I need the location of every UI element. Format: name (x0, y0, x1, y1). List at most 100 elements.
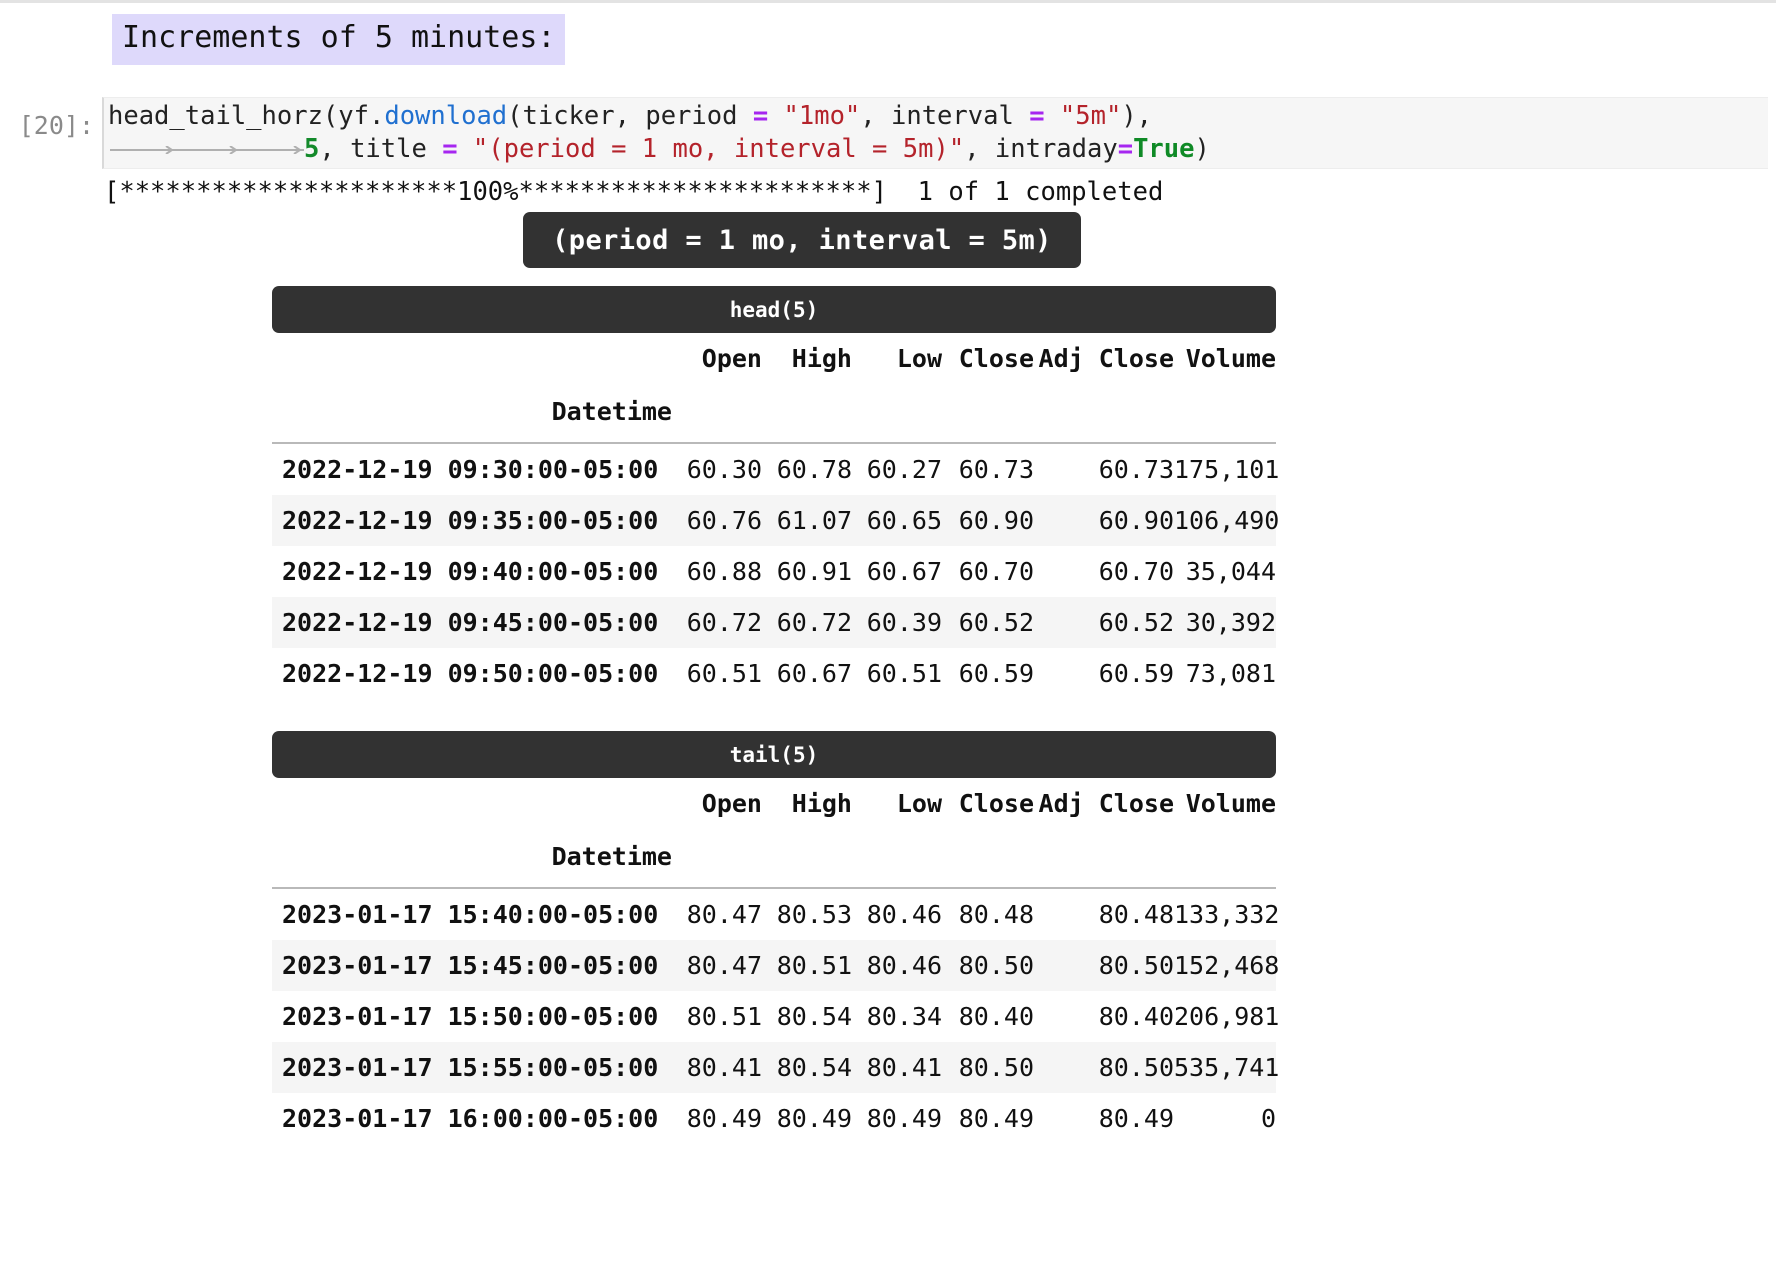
index-name-spacer (1174, 386, 1276, 439)
code-token-operator: = (1117, 134, 1134, 164)
dataframe-table-tail: Open High Low Close Adj Close Volume Dat… (272, 778, 1280, 1144)
cell-high: 60.91 (776, 557, 852, 586)
cell-high: 60.78 (776, 455, 852, 484)
row-index: 2023-01-17 16:00:00-05:00 (282, 1104, 659, 1133)
cell-close: 60.59 (958, 659, 1034, 688)
code-token-plain: ), (1121, 101, 1153, 131)
cell-open: 60.88 (686, 557, 762, 586)
row-index: 2023-01-17 15:55:00-05:00 (282, 1053, 659, 1082)
column-header-row: Open High Low Close Adj Close Volume (272, 333, 1276, 386)
code-token-function: download (384, 101, 508, 131)
column-header-row: Open High Low Close Adj Close Volume (272, 778, 1276, 831)
cell-close: 60.52 (958, 608, 1034, 637)
dataframe-head: head(5) Open High Low Close Adj Close Vo… (272, 286, 1280, 699)
code-token-plain: , title (319, 134, 443, 164)
table-row: 2023-01-17 16:00:00-05:00 80.49 80.49 80… (272, 1093, 1276, 1144)
table-row: 2023-01-17 15:45:00-05:00 80.47 80.51 80… (272, 940, 1280, 991)
table-row: 2022-12-19 09:45:00-05:00 60.72 60.72 60… (272, 597, 1276, 648)
index-name-label: Datetime (551, 842, 672, 871)
cell-adj-close: 80.49 (1098, 1104, 1174, 1133)
cell-volume: 535,741 (1174, 1053, 1280, 1082)
code-line-2: 5, title = "(period = 1 mo, interval = 5… (304, 133, 1210, 166)
cell-open: 60.30 (686, 455, 762, 484)
cell-adj-close: 80.48 (1098, 900, 1174, 929)
cell-high: 61.07 (776, 506, 852, 535)
column-header-adj-close: Adj Close (1038, 789, 1174, 818)
cell-close: 80.50 (958, 1053, 1034, 1082)
cell-low: 60.27 (866, 455, 942, 484)
code-token-plain: , intraday (964, 134, 1118, 164)
cell-volume: 30,392 (1185, 608, 1276, 637)
code-token-plain: (ticker, period (507, 101, 753, 131)
cell-adj-close: 80.50 (1098, 1053, 1174, 1082)
cell-open: 80.41 (686, 1053, 762, 1082)
cell-high: 80.49 (776, 1104, 852, 1133)
code-token-plain: head_tail_horz(yf. (108, 101, 385, 131)
cell-open: 60.76 (686, 506, 762, 535)
code-token-number: 5 (304, 134, 320, 164)
code-token-string: "1mo" (768, 101, 861, 131)
cell-open: 80.47 (686, 951, 762, 980)
column-header-high: High (791, 344, 852, 373)
code-token-keyword: True (1133, 134, 1195, 164)
code-token-string: "5m" (1044, 101, 1122, 131)
column-header-close: Close (958, 344, 1034, 373)
cell-adj-close: 60.70 (1098, 557, 1174, 586)
code-token-operator: = (442, 134, 458, 164)
code-token-plain: ) (1194, 134, 1210, 164)
cell-volume: 0 (1260, 1104, 1276, 1133)
column-header-low: Low (896, 344, 942, 373)
cell-low: 80.46 (866, 951, 942, 980)
cell-low: 60.39 (866, 608, 942, 637)
row-index: 2022-12-19 09:40:00-05:00 (282, 557, 659, 586)
cell-low: 60.67 (866, 557, 942, 586)
dataframe-table-head: Open High Low Close Adj Close Volume Dat… (272, 333, 1280, 699)
cell-adj-close: 60.73 (1098, 455, 1174, 484)
cell-open: 80.47 (686, 900, 762, 929)
code-editor[interactable]: head_tail_horz(yf.download(ticker, perio… (102, 97, 1768, 169)
column-header-blank (272, 778, 672, 831)
index-name-spacer (1034, 831, 1174, 884)
cell-open: 60.51 (686, 659, 762, 688)
viewport-top-rule (0, 0, 1776, 3)
column-header-adj-close: Adj Close (1038, 344, 1174, 373)
index-name-spacer (762, 831, 852, 884)
table-row: 2022-12-19 09:50:00-05:00 60.51 60.67 60… (272, 648, 1276, 699)
column-header-high: High (791, 789, 852, 818)
table-row: 2023-01-17 15:50:00-05:00 80.51 80.54 80… (272, 991, 1279, 1042)
cell-close: 80.50 (958, 951, 1034, 980)
cell-adj-close: 80.40 (1098, 1002, 1174, 1031)
index-name-label: Datetime (551, 397, 672, 426)
column-header-low: Low (896, 789, 942, 818)
column-header-volume: Volume (1185, 344, 1276, 373)
output-title-banner: (period = 1 mo, interval = 5m) (523, 212, 1081, 268)
row-index: 2022-12-19 09:35:00-05:00 (282, 506, 659, 535)
row-index: 2022-12-19 09:45:00-05:00 (282, 608, 659, 637)
index-name-spacer (852, 831, 942, 884)
cell-low: 80.46 (866, 900, 942, 929)
cell-adj-close: 60.52 (1098, 608, 1174, 637)
index-name-spacer (942, 386, 1034, 439)
indent-guide-arrows (110, 146, 304, 154)
table-row: 2022-12-19 09:30:00-05:00 60.30 60.78 60… (272, 443, 1280, 495)
cell-low: 80.49 (866, 1104, 942, 1133)
cell-low: 80.34 (866, 1002, 942, 1031)
code-token-string: "(period = 1 mo, interval = 5m)" (457, 134, 965, 164)
cell-high: 80.53 (776, 900, 852, 929)
table-row: 2023-01-17 15:40:00-05:00 80.47 80.53 80… (272, 888, 1279, 940)
column-header-volume: Volume (1185, 789, 1276, 818)
index-name-spacer (1034, 386, 1174, 439)
code-line-1: head_tail_horz(yf.download(ticker, perio… (108, 100, 1152, 133)
cell-high: 80.51 (776, 951, 852, 980)
cell-close: 80.48 (958, 900, 1034, 929)
index-name-row: Datetime (272, 386, 1276, 439)
code-cell[interactable]: [20]: head_tail_horz(yf.download(ticker,… (0, 97, 1776, 169)
cell-adj-close: 60.90 (1098, 506, 1174, 535)
cell-close: 80.49 (958, 1104, 1034, 1133)
dataframe-caption-head: head(5) (272, 286, 1276, 333)
cell-volume: 175,101 (1174, 455, 1280, 484)
cell-close: 60.70 (958, 557, 1034, 586)
cell-close: 60.90 (958, 506, 1034, 535)
markdown-heading: Increments of 5 minutes: (112, 14, 566, 65)
cell-volume: 152,468 (1174, 951, 1280, 980)
